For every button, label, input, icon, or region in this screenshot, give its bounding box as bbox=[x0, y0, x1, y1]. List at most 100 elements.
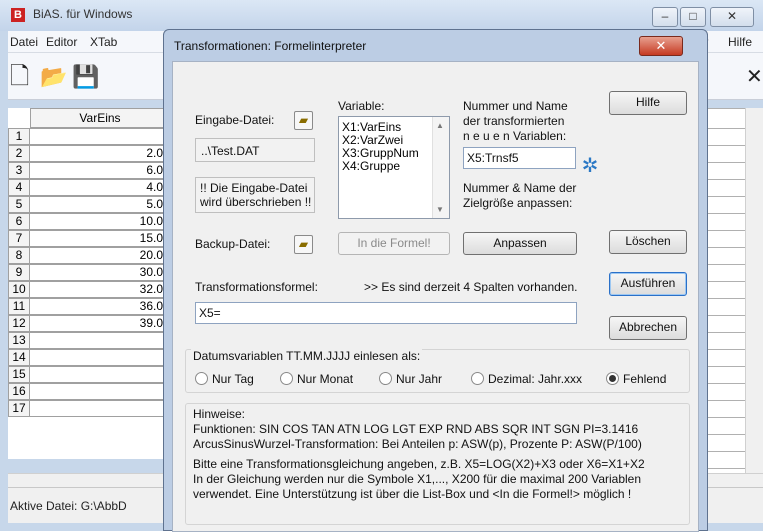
grid-cell[interactable]: 10.0 bbox=[30, 213, 170, 230]
row-number[interactable]: 10 bbox=[8, 281, 30, 298]
hilfe-button[interactable]: Hilfe bbox=[609, 91, 687, 115]
variable-item[interactable]: X4:Gruppe bbox=[342, 160, 400, 173]
maximize-button[interactable]: □ bbox=[680, 7, 706, 27]
new-variable-input[interactable]: X5:Trnsf5 bbox=[463, 147, 576, 169]
menu-editor[interactable]: Editor bbox=[46, 35, 77, 49]
row-number[interactable]: 1 bbox=[8, 128, 30, 145]
menu-datei[interactable]: Datei bbox=[10, 35, 38, 49]
date-options-group: Datumsvariablen TT.MM.JJJJ einlesen als:… bbox=[185, 349, 690, 393]
table-row[interactable]: 5 5.0 bbox=[8, 196, 178, 213]
row-number[interactable]: 11 bbox=[8, 298, 30, 315]
row-number[interactable]: 3 bbox=[8, 162, 30, 179]
data-grid[interactable]: VarEins 1 2 2.0 3 6.0 4 4.0 5 5.0 6 10.0 7 15.0 8 20.0… bbox=[8, 108, 178, 459]
grid-cell[interactable]: 32.0 bbox=[30, 281, 170, 298]
new-file-icon[interactable]: 🗋 bbox=[10, 64, 29, 90]
radio-circle-icon[interactable] bbox=[471, 372, 484, 385]
table-row[interactable]: 2 2.0 bbox=[8, 145, 178, 162]
variable-list-scrollbar[interactable]: ▲ ▼ bbox=[432, 117, 449, 218]
ausfuehren-button[interactable]: Ausführen bbox=[609, 272, 687, 296]
anpassen-button[interactable]: Anpassen bbox=[463, 232, 577, 255]
abbrechen-button[interactable]: Abbrechen bbox=[609, 316, 687, 340]
row-number[interactable]: 6 bbox=[8, 213, 30, 230]
grid-cell[interactable] bbox=[30, 332, 170, 349]
row-number[interactable]: 14 bbox=[8, 349, 30, 366]
table-row[interactable]: 12 39.0 bbox=[8, 315, 178, 332]
row-number[interactable]: 8 bbox=[8, 247, 30, 264]
grid-cell[interactable] bbox=[30, 400, 170, 417]
minimize-button[interactable]: – bbox=[652, 7, 678, 27]
table-row[interactable]: 4 4.0 bbox=[8, 179, 178, 196]
grid-line bbox=[706, 264, 745, 265]
radio-circle-icon[interactable] bbox=[379, 372, 392, 385]
scroll-up-icon[interactable]: ▲ bbox=[436, 121, 444, 130]
grid-line bbox=[706, 417, 745, 418]
grid-cell[interactable]: 30.0 bbox=[30, 264, 170, 281]
radio-nur-monat[interactable]: Nur Monat bbox=[280, 372, 353, 386]
grid-vertical-scrollbar[interactable] bbox=[745, 108, 763, 473]
row-number[interactable]: 13 bbox=[8, 332, 30, 349]
table-row[interactable]: 9 30.0 bbox=[8, 264, 178, 281]
grid-cell[interactable] bbox=[30, 366, 170, 383]
main-close-button[interactable]: ✕ bbox=[710, 7, 754, 27]
loeschen-button[interactable]: Löschen bbox=[609, 230, 687, 254]
radio-nur-tag[interactable]: Nur Tag bbox=[195, 372, 254, 386]
row-number[interactable]: 4 bbox=[8, 179, 30, 196]
scroll-down-icon[interactable]: ▼ bbox=[436, 205, 444, 214]
datum-label: Datumsvariablen TT.MM.JJJJ einlesen als: bbox=[191, 349, 423, 363]
save-disk-icon[interactable]: 💾 bbox=[72, 64, 99, 90]
backup-folder-icon[interactable]: ▰ bbox=[294, 235, 313, 254]
formula-input[interactable]: X5= bbox=[195, 302, 577, 324]
menu-xtab[interactable]: XTab bbox=[90, 35, 117, 49]
eingabe-folder-icon[interactable]: ▰ bbox=[294, 111, 313, 130]
grid-cell[interactable] bbox=[30, 349, 170, 366]
grid-cell[interactable]: 2.0 bbox=[30, 145, 170, 162]
row-number[interactable]: 9 bbox=[8, 264, 30, 281]
in-die-formel-button[interactable]: In die Formel! bbox=[338, 232, 450, 255]
table-row[interactable]: 10 32.0 bbox=[8, 281, 178, 298]
radio-selected-icon[interactable] bbox=[606, 372, 619, 385]
grid-cell[interactable]: 20.0 bbox=[30, 247, 170, 264]
open-folder-icon[interactable]: 📂 bbox=[40, 64, 67, 90]
table-row[interactable]: 3 6.0 bbox=[8, 162, 178, 179]
hint-line: In der Gleichung werden nur die Symbole … bbox=[193, 472, 642, 486]
dialog-close-button[interactable]: ✕ bbox=[639, 36, 683, 56]
table-row[interactable]: 7 15.0 bbox=[8, 230, 178, 247]
table-row[interactable]: 13 bbox=[8, 332, 178, 349]
row-number[interactable]: 17 bbox=[8, 400, 30, 417]
row-number[interactable]: 2 bbox=[8, 145, 30, 162]
radio-circle-icon[interactable] bbox=[280, 372, 293, 385]
table-row[interactable]: 11 36.0 bbox=[8, 298, 178, 315]
grid-cell[interactable]: 39.0 bbox=[30, 315, 170, 332]
table-row[interactable]: 14 bbox=[8, 349, 178, 366]
grid-cell[interactable]: 6.0 bbox=[30, 162, 170, 179]
overwrite-warning: !! Die Eingabe-Datei wird überschrieben … bbox=[195, 177, 315, 213]
grid-cell[interactable]: 15.0 bbox=[30, 230, 170, 247]
table-row[interactable]: 1 bbox=[8, 128, 178, 145]
table-row[interactable]: 17 bbox=[8, 400, 178, 417]
table-row[interactable]: 16 bbox=[8, 383, 178, 400]
row-number[interactable]: 15 bbox=[8, 366, 30, 383]
table-row[interactable]: 6 10.0 bbox=[8, 213, 178, 230]
menu-hilfe[interactable]: Hilfe bbox=[728, 35, 752, 49]
column-header-vareins[interactable]: VarEins bbox=[30, 108, 170, 128]
row-number[interactable]: 12 bbox=[8, 315, 30, 332]
radio-dezimal[interactable]: Dezimal: Jahr.xxx bbox=[471, 372, 582, 386]
main-title-bar: B BiAS. für Windows – □ ✕ bbox=[0, 0, 763, 31]
row-number[interactable]: 16 bbox=[8, 383, 30, 400]
row-number[interactable]: 5 bbox=[8, 196, 30, 213]
grid-line bbox=[706, 366, 745, 367]
grid-cell[interactable] bbox=[30, 128, 170, 145]
variable-listbox[interactable]: X1:VarEins X2:VarZwei X3:GruppNum X4:Gru… bbox=[338, 116, 450, 219]
row-number[interactable]: 7 bbox=[8, 230, 30, 247]
grid-cell[interactable] bbox=[30, 383, 170, 400]
grid-cell[interactable]: 4.0 bbox=[30, 179, 170, 196]
grid-line bbox=[706, 145, 745, 146]
radio-circle-icon[interactable] bbox=[195, 372, 208, 385]
grid-cell[interactable]: 36.0 bbox=[30, 298, 170, 315]
radio-fehlend[interactable]: Fehlend bbox=[606, 372, 666, 386]
toolbar-close-icon[interactable]: ✕ bbox=[746, 64, 763, 90]
table-row[interactable]: 15 bbox=[8, 366, 178, 383]
grid-cell[interactable]: 5.0 bbox=[30, 196, 170, 213]
radio-nur-jahr[interactable]: Nur Jahr bbox=[379, 372, 442, 386]
table-row[interactable]: 8 20.0 bbox=[8, 247, 178, 264]
